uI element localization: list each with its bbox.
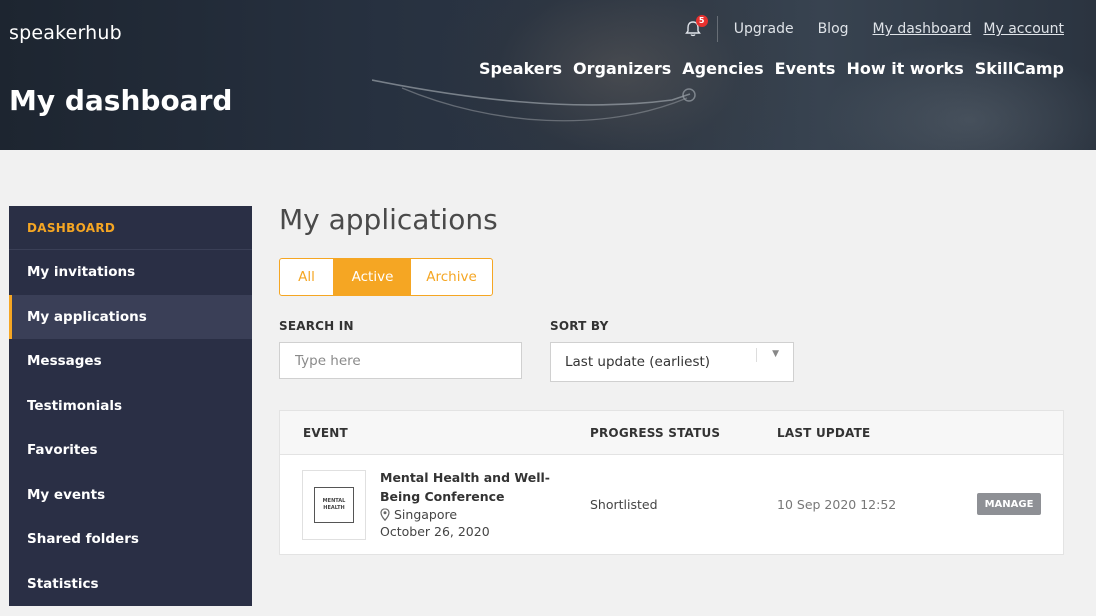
event-thumbnail[interactable]: MENTAL HEALTH <box>302 470 366 540</box>
table-row: MENTAL HEALTH Mental Health and Well-Bei… <box>280 455 1063 555</box>
thumbnail-text-line: MENTAL <box>322 498 346 504</box>
sidebar-item-my-applications[interactable]: My applications <box>9 294 252 339</box>
column-header-last-update: LAST UPDATE <box>777 426 871 440</box>
event-thumbnail-logo: MENTAL HEALTH <box>314 487 354 523</box>
sidebar-item-messages[interactable]: Messages <box>9 339 252 384</box>
top-links-bar: 5 Upgrade Blog My dashboard My account <box>683 15 1064 42</box>
my-dashboard-link[interactable]: My dashboard <box>873 21 972 37</box>
progress-status: Shortlisted <box>590 497 658 512</box>
sidebar-item-favorites[interactable]: Favorites <box>9 428 252 473</box>
tab-all[interactable]: All <box>280 259 334 295</box>
nav-agencies[interactable]: Agencies <box>682 59 763 78</box>
top-links-divider <box>716 16 718 42</box>
thumbnail-text-line: HEALTH <box>323 505 345 511</box>
sort-label: SORT BY <box>550 319 609 333</box>
sort-select-value: Last update (earliest) <box>565 354 711 370</box>
page-title: My dashboard <box>9 84 233 117</box>
last-update: 10 Sep 2020 12:52 <box>777 497 897 512</box>
upgrade-link[interactable]: Upgrade <box>734 21 794 37</box>
sort-select[interactable]: Last update (earliest) ▼ <box>550 342 794 382</box>
event-location: Singapore <box>380 507 457 522</box>
search-label: SEARCH IN <box>279 319 354 333</box>
main-content: My applications All Active Archive SEARC… <box>279 200 1064 555</box>
sidebar-item-testimonials[interactable]: Testimonials <box>9 384 252 429</box>
map-pin-icon <box>380 508 390 521</box>
event-title[interactable]: Mental Health and Well-Being Conference <box>380 469 560 506</box>
manage-button[interactable]: MANAGE <box>977 493 1041 515</box>
tab-active[interactable]: Active <box>334 259 411 295</box>
header-background-earphone-wire <box>372 79 696 122</box>
table-header: EVENT PROGRESS STATUS LAST UPDATE <box>280 411 1063 455</box>
header-background-highlight <box>820 40 1096 150</box>
nav-speakers[interactable]: Speakers <box>479 59 562 78</box>
nav-skillcamp[interactable]: SkillCamp <box>975 59 1064 78</box>
sidebar-item-my-events[interactable]: My events <box>9 473 252 518</box>
header: speakerhub My dashboard 5 Upgrade Blog M… <box>0 0 1096 150</box>
sidebar-item-my-invitations[interactable]: My invitations <box>9 250 252 295</box>
tab-archive[interactable]: Archive <box>411 259 492 295</box>
sidebar: DASHBOARD My invitations My applications… <box>9 206 252 606</box>
caret-down-icon: ▼ <box>772 349 779 359</box>
notifications-button[interactable]: 5 <box>683 15 708 39</box>
section-title: My applications <box>279 203 498 236</box>
nav-events[interactable]: Events <box>775 59 836 78</box>
my-account-link[interactable]: My account <box>983 21 1064 37</box>
event-date: October 26, 2020 <box>380 524 490 539</box>
column-header-progress-status: PROGRESS STATUS <box>590 426 721 440</box>
notification-badge: 5 <box>695 15 708 27</box>
blog-link[interactable]: Blog <box>818 21 849 37</box>
logo[interactable]: speakerhub <box>9 22 122 44</box>
column-header-event: EVENT <box>303 426 348 440</box>
search-input[interactable] <box>279 342 522 379</box>
filter-tabs: All Active Archive <box>279 258 493 296</box>
sidebar-heading: DASHBOARD <box>9 206 252 250</box>
sort-select-divider <box>756 348 757 362</box>
nav-how-it-works[interactable]: How it works <box>846 59 963 78</box>
event-location-text: Singapore <box>394 507 458 522</box>
sidebar-item-shared-folders[interactable]: Shared folders <box>9 517 252 562</box>
sidebar-item-statistics[interactable]: Statistics <box>9 562 252 607</box>
main-nav: Speakers Organizers Agencies Events How … <box>479 59 1064 78</box>
applications-table: EVENT PROGRESS STATUS LAST UPDATE MENTAL… <box>279 410 1064 555</box>
nav-organizers[interactable]: Organizers <box>573 59 671 78</box>
